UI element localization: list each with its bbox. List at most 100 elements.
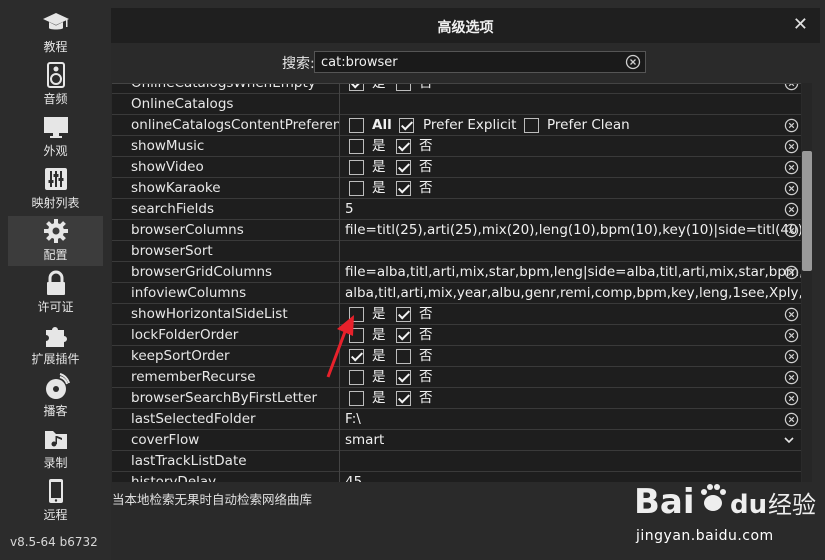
clear-value-icon[interactable] <box>784 328 799 343</box>
yes-checkbox[interactable] <box>349 160 364 175</box>
no-checkbox[interactable] <box>396 328 411 343</box>
table-row[interactable]: infoviewColumns alba,titl,arti,mix,year,a… <box>112 283 801 304</box>
options-table: OnlineCatalogsWhenEmpty 是否 OnlineCatalogs o… <box>112 83 801 482</box>
sidebar-item-license[interactable]: 许可证 <box>8 268 103 318</box>
option-value[interactable]: 是否 <box>341 388 801 409</box>
table-row[interactable]: lastSelectedFolder F:\ <box>112 409 801 430</box>
option-value[interactable]: 是否 <box>341 83 801 94</box>
prefer-explicit-checkbox[interactable] <box>399 118 414 133</box>
option-value[interactable]: smart <box>341 430 801 451</box>
option-value[interactable]: 是否 <box>341 178 801 199</box>
clear-value-icon[interactable] <box>784 118 799 133</box>
table-row[interactable]: showKaraoke 是否 <box>112 178 801 199</box>
option-value[interactable]: file=titl(25),arti(25),mix(20),leng(10),… <box>341 220 801 241</box>
yes-checkbox[interactable] <box>349 181 364 196</box>
option-value[interactable]: F:\ <box>341 409 801 430</box>
music-folder-icon <box>44 431 67 449</box>
clear-value-icon[interactable] <box>784 160 799 175</box>
clear-value-icon[interactable] <box>784 202 799 217</box>
no-label: 否 <box>419 369 433 385</box>
clear-value-icon[interactable] <box>784 139 799 154</box>
table-row[interactable]: browserSearchByFirstLetter 是否 <box>112 388 801 409</box>
table-row[interactable]: searchFields 5 <box>112 199 801 220</box>
no-checkbox[interactable] <box>396 391 411 406</box>
sidebar-item-label: 映射列表 <box>31 196 80 210</box>
yes-label: 是 <box>372 327 386 343</box>
no-checkbox[interactable] <box>396 160 411 175</box>
table-row[interactable]: browserGridColumns file=alba,titl,arti,mi… <box>112 262 801 283</box>
no-label: 否 <box>419 159 433 175</box>
table-row[interactable]: showMusic 是否 <box>112 136 801 157</box>
vertical-scrollbar[interactable] <box>802 83 812 482</box>
option-value[interactable]: 是否 <box>341 346 801 367</box>
option-value[interactable]: file=alba,titl,arti,mix,star,bpm,leng|si… <box>341 262 801 283</box>
sidebar-item-appearance[interactable]: 外观 <box>8 112 103 162</box>
yes-checkbox[interactable] <box>349 139 364 154</box>
sidebar-item-remote[interactable]: 远程 <box>8 476 103 526</box>
lock-icon <box>46 270 65 295</box>
sidebar-item-label: 录制 <box>43 456 68 470</box>
table-row[interactable]: coverFlow smart <box>112 430 801 451</box>
clear-value-icon[interactable] <box>784 412 799 427</box>
no-checkbox[interactable] <box>396 139 411 154</box>
search-box[interactable] <box>314 51 646 73</box>
table-row[interactable]: lockFolderOrder 是否 <box>112 325 801 346</box>
table-row[interactable]: browserColumns file=titl(25),arti(25),mix… <box>112 220 801 241</box>
text-value: 45 <box>345 474 363 482</box>
clear-value-icon[interactable] <box>784 83 799 91</box>
sidebar-item-config[interactable]: 配置 <box>8 216 103 266</box>
yes-checkbox[interactable] <box>349 84 364 91</box>
sidebar-item-plugins[interactable]: 扩展插件 <box>8 320 103 370</box>
option-name: lockFolderOrder <box>112 325 340 346</box>
table-row[interactable]: keepSortOrder 是否 <box>112 346 801 367</box>
option-value[interactable]: 是否 <box>341 325 801 346</box>
close-button[interactable]: ✕ <box>793 14 808 35</box>
option-value[interactable] <box>341 94 801 115</box>
search-input[interactable] <box>321 54 611 70</box>
clear-value-icon[interactable] <box>784 223 799 238</box>
clear-value-icon[interactable] <box>784 349 799 364</box>
yes-label: 是 <box>372 390 386 406</box>
option-value[interactable]: 是否 <box>341 136 801 157</box>
sidebar-item-record[interactable]: 录制 <box>8 424 103 474</box>
no-checkbox[interactable] <box>396 349 411 364</box>
table-row[interactable]: OnlineCatalogs <box>112 94 801 115</box>
option-value[interactable]: 是否 <box>341 157 801 178</box>
clear-value-icon[interactable] <box>784 265 799 280</box>
clear-value-icon[interactable] <box>784 181 799 196</box>
option-value[interactable] <box>341 241 801 262</box>
sidebar-item-audio[interactable]: 音频 <box>8 60 103 110</box>
clear-value-icon[interactable] <box>784 370 799 385</box>
option-value[interactable]: alba,titl,arti,mix,year,albu,genr,remi,c… <box>341 283 801 304</box>
table-row[interactable]: browserSort <box>112 241 801 262</box>
no-checkbox[interactable] <box>396 84 411 91</box>
no-checkbox[interactable] <box>396 307 411 322</box>
table-row[interactable]: onlineCatalogsContentPreference All Prefer… <box>112 115 801 136</box>
option-value[interactable]: 5 <box>341 199 801 220</box>
table-row[interactable]: showHorizontalSideList 是否 <box>112 304 801 325</box>
option-value[interactable]: 是否 <box>341 304 801 325</box>
sidebar-item-podcast[interactable]: 播客 <box>8 372 103 422</box>
dialog-titlebar[interactable]: 高级选项 ✕ <box>111 8 820 43</box>
sidebar-item-mapping[interactable]: 映射列表 <box>8 164 103 214</box>
table-row[interactable]: showVideo 是否 <box>112 157 801 178</box>
table-row[interactable]: rememberRecurse 是否 <box>112 367 801 388</box>
yes-checkbox[interactable] <box>349 391 364 406</box>
option-value[interactable]: 是否 <box>341 367 801 388</box>
sidebar-item-tutorial[interactable]: 教程 <box>8 8 103 58</box>
clear-value-icon[interactable] <box>784 307 799 322</box>
chevron-down-icon[interactable] <box>783 434 795 446</box>
podcast-icon <box>45 373 70 399</box>
sidebar-item-label: 配置 <box>43 248 68 262</box>
no-checkbox[interactable] <box>396 370 411 385</box>
graduation-cap-icon <box>42 13 69 30</box>
clear-value-icon[interactable] <box>784 391 799 406</box>
all-checkbox[interactable] <box>349 118 364 133</box>
select-value: smart <box>345 432 385 448</box>
option-value[interactable]: All Prefer Explicit Prefer Clean <box>341 115 801 136</box>
clear-search-icon[interactable] <box>625 54 641 70</box>
scrollbar-thumb[interactable] <box>802 151 812 271</box>
prefer-clean-checkbox[interactable] <box>524 118 539 133</box>
table-row[interactable]: OnlineCatalogsWhenEmpty 是否 <box>112 83 801 94</box>
no-checkbox[interactable] <box>396 181 411 196</box>
